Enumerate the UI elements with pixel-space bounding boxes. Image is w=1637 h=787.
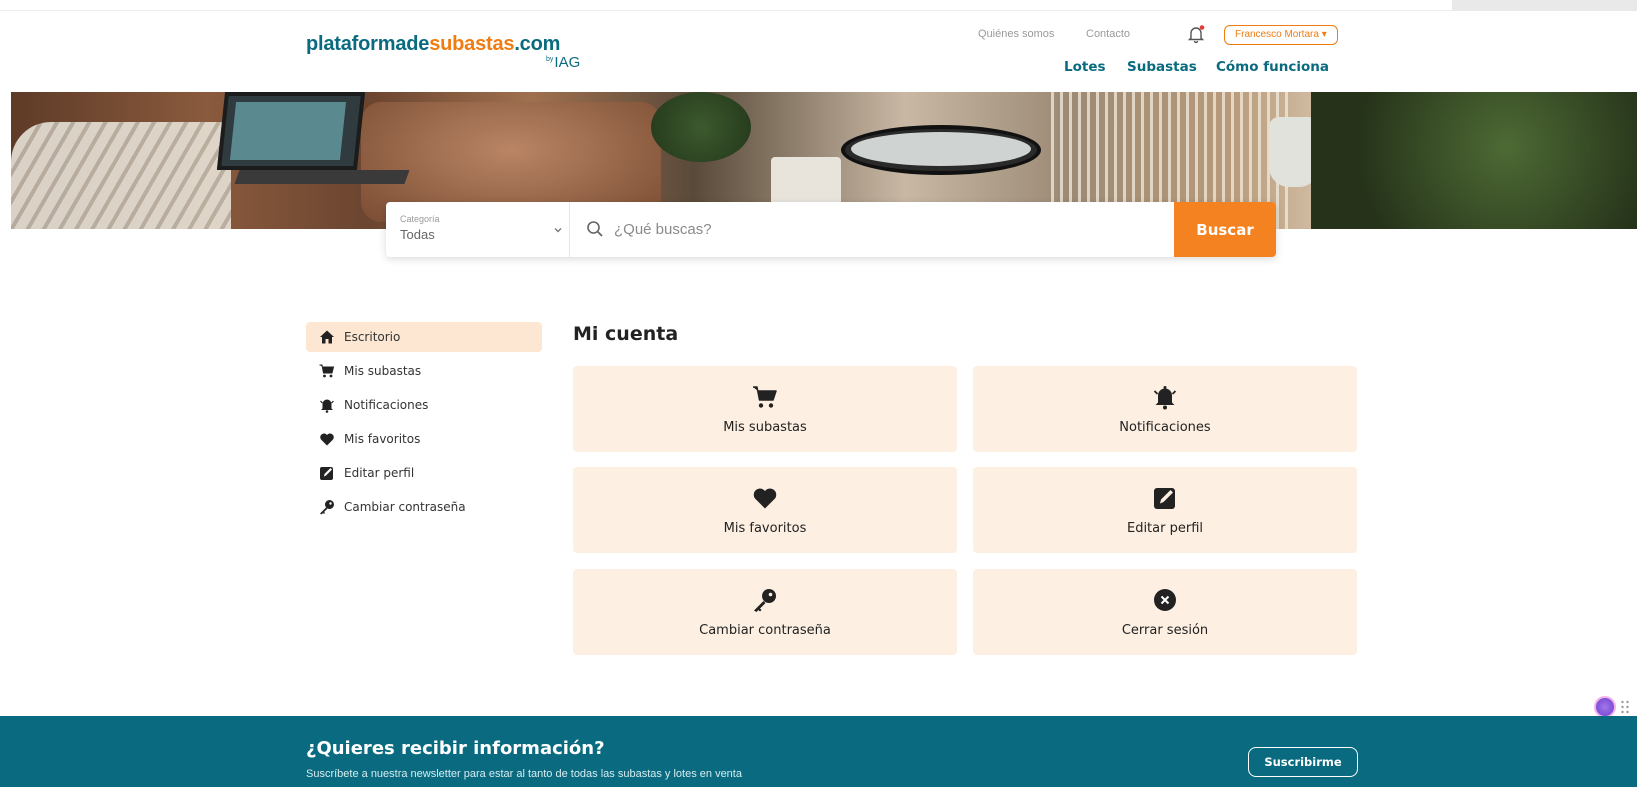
card-notificaciones[interactable]: Notificaciones [973, 366, 1357, 452]
edit-icon [320, 467, 333, 480]
search-divider [569, 202, 570, 257]
category-value: Todas [400, 227, 435, 242]
search-bar: Categoría Todas Buscar [386, 202, 1276, 257]
logo-part-subastas: subastas [429, 33, 515, 55]
nav-subastas[interactable]: Subastas [1127, 59, 1197, 75]
heart-icon [753, 488, 777, 508]
chevron-down-icon: ▾ [1321, 29, 1327, 40]
logo-byline: byIAG [546, 54, 580, 71]
nav-lotes[interactable]: Lotes [1064, 59, 1106, 75]
search-input[interactable] [614, 216, 1134, 242]
sidebar-item-label: Escritorio [344, 330, 401, 344]
logo-part-plataforma: plataforma [306, 33, 407, 55]
card-label: Editar perfil [1126, 520, 1203, 536]
user-menu-button[interactable]: Francesco Mortara ▾ [1224, 25, 1338, 45]
browser-top-strip-right [1452, 0, 1637, 11]
heart-icon [320, 433, 334, 446]
home-icon [320, 330, 334, 344]
hero-laptop-base [234, 170, 410, 184]
notification-bell-icon[interactable] [1186, 24, 1206, 44]
subscribe-button[interactable]: Suscribirme [1248, 747, 1358, 777]
sidebar-item-label: Mis favoritos [344, 432, 421, 446]
logo-part-com: .com [514, 33, 561, 55]
chevron-down-icon [554, 228, 562, 233]
sidebar-item-mis-favoritos[interactable]: Mis favoritos [306, 424, 542, 454]
logo-brand-iag: IAG [554, 54, 581, 71]
card-mis-favoritos[interactable]: Mis favoritos [573, 467, 957, 553]
hero-plant-right-shape [1311, 92, 1637, 229]
card-label: Cerrar sesión [1121, 622, 1209, 638]
search-icon [587, 221, 603, 237]
category-select[interactable]: Categoría Todas [386, 202, 569, 257]
bell-icon [1153, 385, 1177, 409]
key-icon [754, 588, 776, 612]
card-cambiar-contrasena[interactable]: Cambiar contraseña [573, 569, 957, 655]
sidebar-item-escritorio[interactable]: Escritorio [306, 322, 542, 352]
sidebar-item-notificaciones[interactable]: Notificaciones [306, 390, 542, 420]
card-label: Notificaciones [1119, 419, 1211, 435]
card-label: Cambiar contraseña [699, 622, 831, 638]
cart-icon [319, 364, 335, 378]
close-circle-icon [1154, 588, 1176, 611]
bell-icon [320, 399, 334, 413]
link-quienes-somos[interactable]: Quiénes somos [978, 28, 1054, 40]
hero-table-top [851, 132, 1031, 166]
sidebar-item-label: Notificaciones [344, 398, 429, 412]
newsletter-title: ¿Quieres recibir información? [306, 738, 605, 759]
account-sidebar: Escritorio Mis subastas Notificaciones M… [306, 322, 542, 526]
card-editar-perfil[interactable]: Editar perfil [973, 467, 1357, 553]
hero-laptop-screen [229, 102, 347, 160]
nav-como-funciona[interactable]: Cómo funciona [1216, 59, 1329, 75]
sidebar-item-editar-perfil[interactable]: Editar perfil [306, 458, 542, 488]
card-label: Mis favoritos [723, 520, 807, 536]
drag-handle-icon[interactable] [1620, 699, 1630, 715]
user-name: Francesco Mortara [1235, 29, 1319, 40]
cart-icon [753, 385, 777, 408]
hero-blanket-shape [11, 122, 231, 229]
accessibility-widget-icon[interactable] [1594, 696, 1616, 718]
hero-laptop-shape [216, 92, 366, 170]
browser-top-strip [0, 0, 1637, 11]
sidebar-item-label: Editar perfil [344, 466, 415, 480]
card-mis-subastas[interactable]: Mis subastas [573, 366, 957, 452]
card-cerrar-sesion[interactable]: Cerrar sesión [973, 569, 1357, 655]
sidebar-item-mis-subastas[interactable]: Mis subastas [306, 356, 542, 386]
key-icon [320, 500, 334, 515]
logo-part-de: de [406, 33, 430, 55]
newsletter-subtitle: Suscríbete a nuestra newsletter para est… [306, 768, 742, 780]
sidebar-item-label: Mis subastas [344, 364, 422, 378]
card-label: Mis subastas [723, 419, 807, 435]
sidebar-item-cambiar-contrasena[interactable]: Cambiar contraseña [306, 492, 542, 522]
sidebar-item-label: Cambiar contraseña [344, 500, 466, 514]
edit-icon [1154, 487, 1175, 509]
hero-plant-shape [651, 92, 751, 162]
link-contacto[interactable]: Contacto [1086, 28, 1130, 40]
newsletter-footer: ¿Quieres recibir información? Suscríbete… [0, 716, 1637, 787]
page-title: Mi cuenta [573, 323, 679, 345]
category-label: Categoría [400, 214, 440, 224]
logo-by-text: by [546, 56, 554, 63]
search-button[interactable]: Buscar [1174, 202, 1276, 257]
site-logo[interactable]: plataformadesubastas.com [306, 33, 560, 56]
